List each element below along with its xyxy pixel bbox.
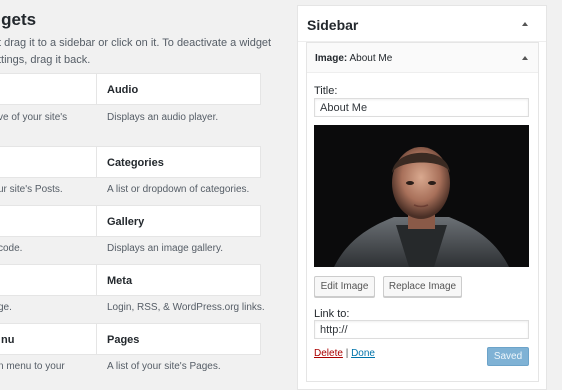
widget-card-meta[interactable]: Meta	[96, 264, 261, 296]
available-widgets-description: t drag it to a sidebar or click on it. T…	[0, 37, 272, 66]
saved-button[interactable]: Saved	[487, 347, 529, 366]
image-widget-title: Image: About Me	[315, 53, 392, 64]
available-widgets-pane: idgets t drag it to a sidebar or click o…	[0, 0, 290, 390]
widget-image-photo	[314, 125, 529, 267]
portrait-image	[314, 125, 529, 267]
done-link[interactable]: Done	[351, 348, 375, 359]
replace-image-button[interactable]: Replace Image	[383, 276, 462, 297]
widget-card-label: Categories	[107, 157, 164, 169]
caret-up-icon[interactable]	[522, 56, 528, 60]
sidebar-header[interactable]: Sidebar	[298, 6, 546, 42]
widget-card-label: nu	[1, 334, 15, 346]
widget-card-label: Audio	[107, 84, 139, 96]
widget-desc-gallery: Displays an image gallery.	[107, 243, 223, 254]
widget-card-label: Gallery	[107, 216, 145, 228]
edit-image-button[interactable]: Edit Image	[314, 276, 375, 297]
widget-desc-left-1: ve of your site's	[0, 112, 68, 123]
widget-card-pages[interactable]: Pages	[96, 323, 261, 355]
widget-card-audio[interactable]: Audio	[96, 73, 261, 105]
title-label: Title:	[314, 85, 338, 97]
title-input[interactable]	[314, 98, 529, 117]
widget-desc-audio: Displays an audio player.	[107, 112, 219, 123]
link-to-input[interactable]	[314, 320, 529, 339]
widget-card-label: Pages	[107, 334, 140, 346]
caret-up-icon[interactable]	[522, 22, 528, 26]
widget-card-categories[interactable]: Categories	[96, 146, 261, 178]
delete-link[interactable]: Delete	[314, 348, 343, 359]
widget-desc-left-4: ge.	[0, 302, 12, 313]
link-to-label: Link to:	[314, 308, 350, 320]
widget-desc-meta: Login, RSS, & WordPress.org links.	[107, 302, 265, 313]
widget-desc-left-3: code.	[0, 243, 23, 254]
widget-card-gallery[interactable]: Gallery	[96, 205, 261, 237]
widget-desc-pages: A list of your site's Pages.	[107, 361, 221, 372]
widget-card-label: Meta	[107, 275, 133, 287]
widget-desc-categories: A list or dropdown of categories.	[107, 184, 250, 195]
link-separator: |	[345, 348, 349, 359]
sidebar-title: Sidebar	[307, 17, 359, 33]
widget-desc-left-5: n menu to your	[0, 361, 65, 372]
available-widgets-title: idgets	[0, 10, 37, 29]
image-widget-header[interactable]: Image: About Me	[307, 43, 538, 73]
widget-actions: Delete | Done	[314, 348, 375, 359]
widget-desc-left-2: ur site's Posts.	[0, 184, 63, 195]
widget-name: About Me	[349, 53, 393, 64]
widget-type-label: Image:	[315, 53, 348, 64]
